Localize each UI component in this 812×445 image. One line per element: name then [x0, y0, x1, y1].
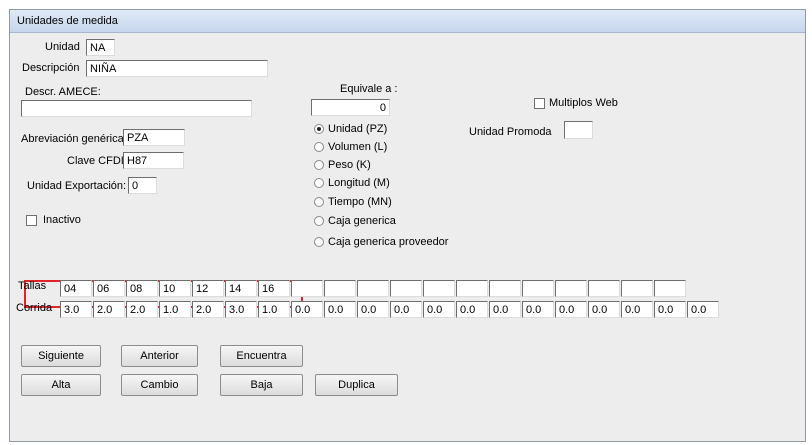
descripcion-field[interactable]: NIÑA	[86, 60, 268, 77]
abreviacion-label: Abreviación genérica:	[21, 133, 127, 145]
unidad-label: Unidad	[45, 41, 80, 53]
radio-option-label: Volumen (L)	[328, 141, 388, 153]
anterior-button[interactable]: Anterior	[121, 345, 198, 367]
title-bar: Unidades de medida	[10, 10, 805, 33]
exportacion-label: Unidad Exportación:	[27, 180, 127, 192]
corrida-cell[interactable]: 3.0	[225, 301, 257, 318]
radio-option-label: Tiempo (MN)	[328, 196, 392, 208]
corrida-cell[interactable]: 0.0	[555, 301, 587, 318]
corrida-cell[interactable]: 0.0	[654, 301, 686, 318]
amece-field[interactable]	[21, 100, 252, 117]
radio-button[interactable]	[314, 216, 324, 226]
talla-cell[interactable]	[423, 280, 455, 297]
multiplos-web-label: Multiplos Web	[549, 97, 618, 109]
corrida-cell[interactable]: 0.0	[522, 301, 554, 318]
corrida-cell[interactable]: 0.0	[291, 301, 323, 318]
radio-button[interactable]	[314, 124, 324, 134]
talla-cell[interactable]: 14	[225, 280, 257, 297]
corrida-cell[interactable]: 0.0	[390, 301, 422, 318]
radio-button[interactable]	[314, 178, 324, 188]
corrida-cell[interactable]: 0.0	[588, 301, 620, 318]
talla-cell[interactable]: 12	[192, 280, 224, 297]
inactivo-checkbox[interactable]	[26, 215, 37, 226]
amece-label: Descr. AMECE:	[25, 86, 101, 98]
equivalence-radio-group: Unidad (PZ) Volumen (L) Peso (K) Longitu…	[314, 122, 484, 252]
cfdi-label: Clave CFDI:	[67, 155, 127, 167]
tallas-label: Tallas	[18, 280, 47, 292]
talla-cell[interactable]	[357, 280, 389, 297]
radio-option-unidad[interactable]: Unidad (PZ)	[314, 122, 484, 138]
corrida-cell[interactable]: 0.0	[456, 301, 488, 318]
corrida-cell[interactable]: 0.0	[621, 301, 653, 318]
radio-option-label: Caja generica	[328, 215, 396, 227]
corrida-cell[interactable]: 0.0	[357, 301, 389, 318]
radio-option-longitud[interactable]: Longitud (M)	[314, 176, 484, 192]
multiplos-web-checkbox[interactable]	[534, 98, 545, 109]
corrida-cell[interactable]: 2.0	[93, 301, 125, 318]
radio-button[interactable]	[314, 237, 324, 247]
radio-option-caja-generica-proveedor[interactable]: Caja generica proveedor	[314, 235, 484, 251]
cfdi-field[interactable]: H87	[123, 152, 184, 169]
corrida-cell[interactable]: 0.0	[423, 301, 455, 318]
radio-option-volumen[interactable]: Volumen (L)	[314, 140, 484, 156]
talla-cell[interactable]	[555, 280, 587, 297]
corrida-cell[interactable]: 1.0	[159, 301, 191, 318]
radio-button[interactable]	[314, 160, 324, 170]
radio-option-peso[interactable]: Peso (K)	[314, 158, 484, 174]
corrida-cell[interactable]: 0.0	[489, 301, 521, 318]
abreviacion-field[interactable]: PZA	[123, 129, 185, 146]
radio-button[interactable]	[314, 142, 324, 152]
radio-option-tiempo[interactable]: Tiempo (MN)	[314, 195, 484, 211]
talla-cell[interactable]	[489, 280, 521, 297]
talla-cell[interactable]	[456, 280, 488, 297]
corrida-label: Corrida	[16, 302, 53, 314]
corrida-cell[interactable]: 0.0	[687, 301, 719, 318]
radio-option-label: Longitud (M)	[328, 177, 390, 189]
window: Unidades de medida Unidad NA Descripción…	[9, 9, 806, 442]
siguiente-button[interactable]: Siguiente	[21, 345, 101, 367]
corrida-cell[interactable]: 1.0	[258, 301, 290, 318]
promoda-field[interactable]	[564, 121, 593, 139]
cambio-button[interactable]: Cambio	[121, 374, 198, 396]
exportacion-field[interactable]: 0	[128, 177, 157, 194]
radio-option-label: Caja generica proveedor	[328, 236, 449, 248]
radio-option-caja-generica[interactable]: Caja generica	[314, 214, 484, 230]
talla-cell[interactable]: 08	[126, 280, 158, 297]
window-title: Unidades de medida	[17, 15, 118, 27]
radio-option-label: Peso (K)	[328, 159, 371, 171]
descripcion-label: Descripción	[22, 62, 80, 74]
radio-button[interactable]	[314, 197, 324, 207]
alta-button[interactable]: Alta	[21, 374, 101, 396]
talla-cell[interactable]	[621, 280, 653, 297]
talla-cell[interactable]	[522, 280, 554, 297]
unidad-field[interactable]: NA	[86, 39, 115, 56]
duplica-button[interactable]: Duplica	[315, 374, 398, 396]
talla-cell[interactable]	[588, 280, 620, 297]
baja-button[interactable]: Baja	[220, 374, 303, 396]
talla-cell[interactable]: 06	[93, 280, 125, 297]
encuentra-button[interactable]: Encuentra	[220, 345, 303, 367]
talla-cell[interactable]	[654, 280, 686, 297]
radio-option-label: Unidad (PZ)	[328, 123, 388, 135]
equivale-field[interactable]: 0	[311, 99, 390, 116]
talla-cell[interactable]: 16	[258, 280, 290, 297]
talla-cell[interactable]	[324, 280, 356, 297]
corrida-cell[interactable]: 0.0	[324, 301, 356, 318]
corrida-cell[interactable]: 3.0	[60, 301, 92, 318]
equivale-label: Equivale a :	[340, 83, 398, 95]
talla-cell[interactable]: 04	[60, 280, 92, 297]
corrida-cell[interactable]: 2.0	[192, 301, 224, 318]
talla-cell[interactable]	[390, 280, 422, 297]
talla-cell[interactable]: 10	[159, 280, 191, 297]
inactivo-label: Inactivo	[43, 214, 81, 226]
corrida-cell[interactable]: 2.0	[126, 301, 158, 318]
talla-cell[interactable]	[291, 280, 323, 297]
